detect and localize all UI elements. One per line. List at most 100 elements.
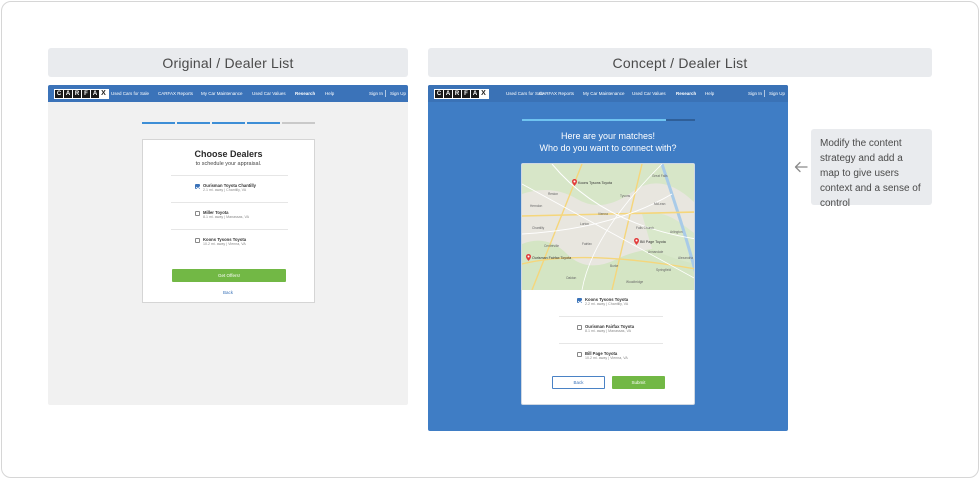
nav-sign-up[interactable]: Sign Up — [769, 91, 785, 96]
original-panel-title: Original / Dealer List — [48, 48, 408, 77]
map-place-label: Herndon — [530, 204, 543, 208]
map-place-label: Falls Church — [636, 226, 654, 230]
progress-step-done — [247, 122, 280, 124]
map-place-label: Lorton — [580, 222, 590, 226]
nav-carfax-reports[interactable]: CARFAX Reports — [539, 91, 574, 96]
logo-letter: A — [91, 89, 99, 98]
map-pin-ourisman-fairfax[interactable]: Ourisman Fairfax Toyota — [526, 254, 571, 261]
dealer-option[interactable]: Koons Tysons Toyota 10.2 mi. away | Vien… — [195, 237, 246, 247]
dealer-meta: 8.1 mi. away | Manassas, VA — [203, 215, 250, 219]
get-offers-button[interactable]: Get Offers! — [172, 269, 286, 282]
map-place-label: Tysons — [620, 194, 631, 198]
dealer-meta: 10.2 mi. away | Vienna, VA — [585, 356, 628, 360]
dealer-card: Choose Dealers to schedule your appraisa… — [142, 139, 315, 303]
dealer-meta: 2.2 mi. away | Chantilly, VA — [585, 302, 629, 306]
top-nav: C A R F A X Used Cars for Sale CARFAX Re… — [428, 85, 788, 102]
map-pin-icon — [526, 254, 531, 261]
dealer-option[interactable]: Ourisman Toyota Chantilly 2.1 mi. away |… — [195, 183, 256, 193]
dealer-meta: 10.2 mi. away | Vienna, VA — [203, 242, 246, 246]
map-pin-bill-page[interactable]: Bill Page Toyota — [634, 238, 666, 245]
logo-fox-mark: X — [480, 89, 487, 98]
map-place-label: Fairfax — [582, 242, 592, 246]
logo-letter: C — [55, 89, 63, 98]
back-button[interactable]: Back — [552, 376, 605, 389]
progress-step-done — [142, 122, 175, 124]
submit-button[interactable]: Submit — [612, 376, 665, 389]
nav-research[interactable]: Research — [676, 91, 696, 96]
concept-panel-title-text: Concept / Dealer List — [612, 54, 748, 71]
map-pin-icon — [572, 179, 577, 186]
original-panel-title-text: Original / Dealer List — [162, 54, 294, 71]
map-pin-label: Koons Tysons Toyota — [578, 180, 613, 185]
dealer-option[interactable]: Bill Page Toyota 10.2 mi. away | Vienna,… — [577, 351, 628, 361]
nav-research[interactable]: Research — [295, 91, 315, 96]
concept-screenshot: C A R F A X Used Cars for Sale CARFAX Re… — [428, 85, 788, 431]
map-place-label: Vienna — [598, 212, 608, 216]
nav-car-values[interactable]: Used Car Values — [252, 91, 286, 96]
checkbox[interactable] — [195, 210, 200, 216]
dealer-option[interactable]: Koons Tysons Toyota 2.2 mi. away | Chant… — [577, 297, 628, 307]
map-place-label: Reston — [548, 192, 559, 196]
progress-step-done — [177, 122, 210, 124]
nav-carfax-reports[interactable]: CARFAX Reports — [158, 91, 193, 96]
divider — [171, 229, 288, 230]
nav-help[interactable]: Help — [325, 91, 334, 96]
nav-car-values[interactable]: Used Car Values — [632, 91, 666, 96]
logo-letter: A — [64, 89, 72, 98]
original-screenshot: C A R F A X Used Cars for Sale CARFAX Re… — [48, 85, 408, 405]
checkbox[interactable] — [195, 237, 200, 243]
carfax-logo[interactable]: C A R F A X — [434, 88, 489, 99]
logo-letter: R — [453, 89, 461, 98]
checkbox-checked[interactable] — [195, 183, 200, 189]
nav-sign-in[interactable]: Sign In — [369, 91, 383, 96]
map-place-label: Chantilly — [532, 226, 545, 230]
divider — [171, 202, 288, 203]
annotation-text: Modify the content strategy and add a ma… — [820, 138, 921, 209]
arrow-left-icon — [794, 161, 808, 173]
logo-letter: F — [82, 89, 90, 98]
map-pin-icon — [634, 238, 639, 245]
dealer-meta: 8.1 mi. away | Manassas, VA — [585, 329, 632, 333]
card-subtitle: to schedule your appraisal. — [195, 161, 262, 167]
dealer-option[interactable]: Ourisman Fairfax Toyota 8.1 mi. away | M… — [577, 324, 634, 334]
map-place-label: Burke — [610, 264, 619, 268]
dealer-option[interactable]: Miller Toyota 8.1 mi. away | Manassas, V… — [195, 210, 249, 220]
logo-letter: C — [435, 89, 443, 98]
back-link[interactable]: Back — [223, 290, 233, 295]
map-place-label: Arlington — [670, 230, 683, 234]
divider — [171, 175, 288, 176]
map-place-label: Centreville — [544, 244, 560, 248]
logo-letter: R — [73, 89, 81, 98]
nav-divider — [385, 90, 386, 97]
dealer-map[interactable]: Koons Tysons Toyota Bill Page Toyota Our… — [522, 164, 694, 291]
nav-used-cars[interactable]: Used Cars for Sale — [111, 91, 149, 96]
map-pin-koons[interactable]: Koons Tysons Toyota — [572, 179, 612, 186]
nav-sign-up[interactable]: Sign Up — [390, 91, 406, 96]
logo-fox-mark: X — [100, 89, 107, 98]
map-place-label: McLean — [654, 202, 666, 206]
concept-panel-title: Concept / Dealer List — [428, 48, 932, 77]
divider — [559, 343, 663, 344]
map-place-label: Springfield — [656, 268, 672, 272]
progress-step-pending — [282, 122, 315, 124]
map-pin-label: Ourisman Fairfax Toyota — [532, 255, 572, 260]
matches-heading: Here are your matches! Who do you want t… — [428, 130, 788, 154]
checkbox[interactable] — [577, 351, 582, 357]
checkbox-checked[interactable] — [577, 297, 582, 303]
nav-car-maintenance[interactable]: My Car Maintenance — [201, 91, 243, 96]
map-place-label: Oakton — [566, 276, 577, 280]
nav-help[interactable]: Help — [705, 91, 714, 96]
map-place-label: Annandale — [648, 250, 664, 254]
progress-step-done — [212, 122, 245, 124]
map-place-label: Alexandria — [678, 256, 694, 260]
top-nav: C A R F A X Used Cars for Sale CARFAX Re… — [48, 85, 408, 102]
nav-sign-in[interactable]: Sign In — [748, 91, 762, 96]
nav-car-maintenance[interactable]: My Car Maintenance — [583, 91, 625, 96]
dealer-card: Koons Tysons Toyota Bill Page Toyota Our… — [521, 163, 695, 405]
checkbox[interactable] — [577, 324, 582, 330]
logo-letter: A — [471, 89, 479, 98]
heading-line-1: Here are your matches! — [560, 131, 656, 141]
carfax-logo[interactable]: C A R F A X — [54, 88, 109, 99]
map-pin-label: Bill Page Toyota — [640, 239, 666, 244]
progress-steps — [142, 122, 315, 124]
